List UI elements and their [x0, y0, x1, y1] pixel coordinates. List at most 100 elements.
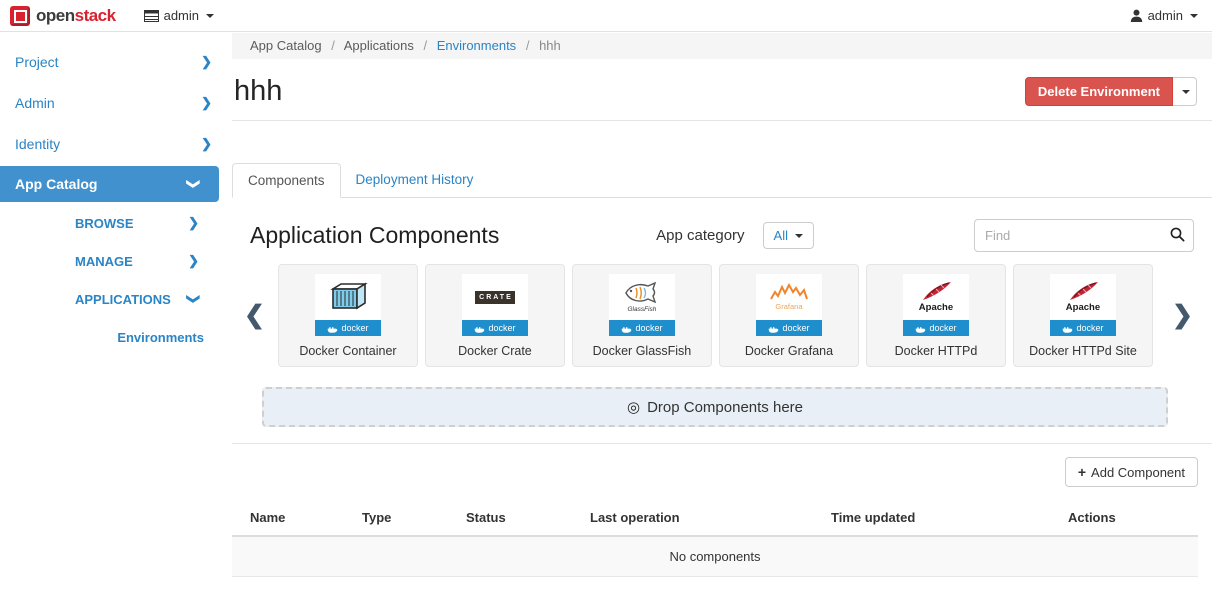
breadcrumb-environments-link[interactable]: Environments: [437, 38, 516, 53]
breadcrumb-app-catalog: App Catalog: [250, 38, 322, 53]
user-menu-label: admin: [1148, 8, 1183, 23]
component-tile: Apache docker: [903, 274, 969, 336]
user-icon: [1130, 9, 1143, 22]
chevron-right-icon: ❯: [188, 215, 199, 231]
docker-whale-icon: [327, 324, 338, 333]
docker-badge-text: docker: [341, 323, 368, 333]
docker-whale-icon: [768, 324, 779, 333]
search-icon[interactable]: [1170, 227, 1185, 242]
caret-down-icon: [795, 234, 803, 238]
chevron-right-icon: ❯: [201, 136, 212, 152]
caret-down-icon: [1190, 14, 1198, 18]
column-header-name: Name: [232, 502, 362, 536]
tab-components[interactable]: Components: [232, 163, 341, 198]
sidebar-item-label: App Catalog: [15, 176, 97, 192]
sidebar-item-label: Identity: [15, 136, 60, 152]
component-card-label: Docker HTTPd: [867, 344, 1005, 358]
docker-badge: docker: [756, 320, 822, 336]
docker-badge-text: docker: [1076, 323, 1103, 333]
docker-whale-icon: [1062, 324, 1073, 333]
app-category-label: App category: [656, 227, 744, 244]
docker-badge: docker: [1050, 320, 1116, 336]
sidebar-item-label: Admin: [15, 95, 55, 111]
component-card-label: Docker Grafana: [720, 344, 858, 358]
component-card-docker-crate[interactable]: CRATE docker Docker Crate: [425, 264, 565, 367]
component-tile: CRATE docker: [462, 274, 528, 336]
component-card-docker-container[interactable]: docker Docker Container: [278, 264, 418, 367]
project-menu-label: admin: [164, 8, 199, 23]
docker-whale-icon: [915, 324, 926, 333]
docker-badge-text: docker: [635, 323, 662, 333]
column-header-time-updated: Time updated: [831, 502, 1068, 536]
app-category-dropdown[interactable]: All: [763, 222, 814, 249]
component-tile: GlassFish docker: [609, 274, 675, 336]
sidebar-item-manage[interactable]: MANAGE ❯: [0, 242, 232, 280]
caret-down-icon: [1182, 90, 1190, 94]
component-card-docker-glassfish[interactable]: GlassFish docker Docker GlassFish: [572, 264, 712, 367]
page-header: hhh Delete Environment: [232, 59, 1212, 106]
no-components-message: No components: [232, 536, 1198, 577]
table-header-row: Name Type Status Last operation Time upd…: [232, 502, 1198, 536]
docker-badge: docker: [903, 320, 969, 336]
brand-text: openstack: [36, 6, 116, 26]
project-switcher-menu[interactable]: admin: [144, 8, 214, 23]
tab-deployment-history[interactable]: Deployment History: [341, 163, 489, 197]
sidebar-item-label: BROWSE: [75, 216, 134, 231]
top-bar: openstack admin admin: [0, 0, 1212, 32]
search-input[interactable]: [974, 219, 1194, 252]
add-component-button[interactable]: +Add Component: [1065, 457, 1198, 487]
apache-logo-text: Apache: [919, 302, 953, 313]
docker-whale-icon: [621, 324, 632, 333]
sidebar-item-label: APPLICATIONS: [75, 292, 171, 307]
page-title: hhh: [234, 77, 282, 106]
breadcrumb: App Catalog / Applications / Environment…: [232, 33, 1212, 59]
breadcrumb-applications: Applications: [344, 38, 414, 53]
breadcrumb-separator: /: [526, 38, 530, 53]
breadcrumb-separator: /: [423, 38, 427, 53]
sidebar-item-identity[interactable]: Identity ❯: [0, 123, 232, 164]
app-category-selected: All: [774, 228, 788, 243]
apache-logo-text: Apache: [1066, 302, 1100, 313]
column-header-status: Status: [466, 502, 590, 536]
drop-components-zone[interactable]: ◎ Drop Components here: [262, 387, 1168, 427]
component-card-label: Docker Container: [279, 344, 417, 358]
grafana-logo-text: Grafana: [775, 302, 802, 311]
sidebar-item-browse[interactable]: BROWSE ❯: [0, 204, 232, 242]
column-header-type: Type: [362, 502, 466, 536]
target-icon: ◎: [627, 398, 640, 416]
component-card-docker-httpd-site[interactable]: Apache docker Docker HTTPd Site: [1013, 264, 1153, 367]
component-tile: Grafana docker: [756, 274, 822, 336]
sidebar-item-app-catalog[interactable]: App Catalog❯: [0, 166, 219, 202]
application-components-heading: Application Components: [250, 222, 499, 249]
table-actions-row: +Add Component: [232, 457, 1212, 487]
component-card-docker-grafana[interactable]: Grafana docker Docker Grafana: [719, 264, 859, 367]
docker-badge-text: docker: [929, 323, 956, 333]
project-list-icon: [144, 10, 159, 22]
components-panel-header: Application Components App category All: [232, 219, 1212, 252]
sidebar-nav: Project❯ Admin❯ Identity❯ App Catalog❯ B…: [0, 33, 232, 592]
component-card-docker-httpd[interactable]: Apache docker Docker HTTPd: [866, 264, 1006, 367]
delete-environment-split-button: Delete Environment: [1025, 77, 1197, 106]
sidebar-item-label: MANAGE: [75, 254, 133, 269]
carousel-prev-button[interactable]: ❮: [244, 303, 265, 328]
docker-badge: docker: [609, 320, 675, 336]
delete-environment-button[interactable]: Delete Environment: [1025, 77, 1173, 106]
main-content: App Catalog / Applications / Environment…: [232, 33, 1212, 592]
chevron-right-icon: ❯: [188, 253, 199, 269]
component-tile: docker: [315, 274, 381, 336]
sidebar-item-label: Environments: [117, 330, 204, 345]
sidebar-item-environments[interactable]: Environments: [0, 318, 232, 356]
sidebar-item-applications[interactable]: APPLICATIONS❯: [0, 280, 232, 318]
docker-badge-text: docker: [488, 323, 515, 333]
component-card-label: Docker Crate: [426, 344, 564, 358]
docker-badge: docker: [462, 320, 528, 336]
sidebar-item-admin[interactable]: Admin❯: [0, 82, 232, 123]
delete-environment-dropdown-toggle[interactable]: [1173, 77, 1197, 106]
sidebar-item-project[interactable]: Project❯: [0, 41, 232, 82]
carousel-next-button[interactable]: ❯: [1172, 303, 1193, 328]
component-tile: Apache docker: [1050, 274, 1116, 336]
user-menu[interactable]: admin: [1130, 8, 1198, 23]
component-card-label: Docker GlassFish: [573, 344, 711, 358]
openstack-logo[interactable]: openstack: [10, 6, 116, 26]
component-card-label: Docker HTTPd Site: [1014, 344, 1152, 358]
